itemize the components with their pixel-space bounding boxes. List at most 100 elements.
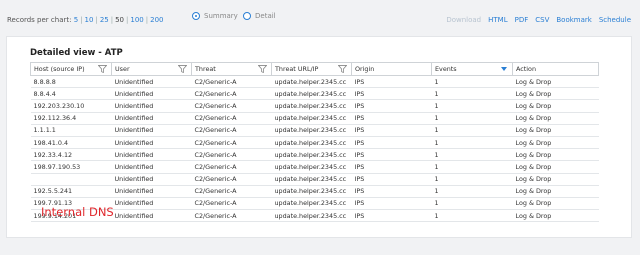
cell-events: 1	[431, 99, 513, 113]
table-row[interactable]: 192.5.5.241 Unidentified C2/Generic-A updat…	[30, 185, 599, 198]
cell-action: Log & Drop	[512, 197, 599, 211]
cell-threat-url: update.helper.2345.cc	[271, 197, 352, 211]
cell-action: Log & Drop	[512, 87, 599, 101]
pdf-link[interactable]: PDF	[515, 16, 529, 24]
view-summary-radio[interactable]: Summary	[192, 12, 238, 20]
schedule-link[interactable]: Schedule	[599, 16, 631, 24]
table-row[interactable]: Unidentified C2/Generic-A update.helper.23…	[30, 173, 599, 186]
cell-host: 8.8.8.8	[30, 75, 112, 89]
cell-action: Log & Drop	[512, 209, 599, 223]
cell-events: 1	[431, 173, 513, 186]
table-row[interactable]: 198.97.190.53 Unidentified C2/Generic-A upd…	[30, 160, 599, 174]
cell-host: 198.97.190.53	[30, 160, 112, 174]
table-row[interactable]: 192.112.36.4 Unidentified C2/Generic-A upda…	[30, 112, 599, 125]
cell-user: Unidentified	[111, 209, 192, 223]
cell-threat-url: update.helper.2345.cc	[271, 87, 352, 101]
table-header-row: Host (source IP) User Threat Threat URL/…	[30, 62, 599, 76]
cell-action: Log & Drop	[512, 75, 599, 89]
cell-events: 1	[431, 148, 513, 162]
cell-origin: IPS	[351, 185, 432, 198]
records-separator: |	[126, 16, 129, 24]
cell-host: 192.33.4.12	[30, 148, 112, 162]
cell-events: 1	[431, 185, 513, 198]
cell-action: Log & Drop	[512, 112, 599, 125]
atp-table: Host (source IP) User Threat Threat URL/…	[30, 62, 599, 223]
cell-user: Unidentified	[111, 160, 192, 174]
col-host-header[interactable]: Host (source IP)	[30, 62, 112, 76]
filter-icon[interactable]	[98, 65, 107, 73]
cell-host: 198.41.0.4	[30, 136, 112, 150]
cell-user: Unidentified	[111, 87, 192, 101]
filter-icon[interactable]	[178, 65, 187, 73]
cell-host: 192.5.5.241	[30, 185, 112, 198]
table-row[interactable]: 199.7.91.13 Unidentified C2/Generic-A updat…	[30, 197, 599, 211]
cell-host: 192.112.36.4	[30, 112, 112, 125]
col-host-label: Host (source IP)	[34, 65, 85, 73]
cell-events: 1	[431, 136, 513, 150]
records-option-200[interactable]: 200	[150, 16, 163, 24]
filter-icon[interactable]	[338, 65, 347, 73]
csv-link[interactable]: CSV	[535, 16, 549, 24]
panel-title: Detailed view - ATP	[30, 48, 123, 58]
view-summary-label: Summary	[204, 12, 238, 20]
records-option-10[interactable]: 10	[85, 16, 94, 24]
html-link[interactable]: HTML	[488, 16, 507, 24]
detailed-view-panel: Detailed view - ATP Host (source IP) Use…	[6, 36, 632, 238]
col-threat-url-header[interactable]: Threat URL/IP	[271, 62, 352, 76]
cell-threat: C2/Generic-A	[191, 99, 272, 113]
col-origin-header[interactable]: Origin	[351, 62, 432, 76]
cell-threat: C2/Generic-A	[191, 112, 272, 125]
records-separator: |	[145, 16, 149, 24]
table-row[interactable]: 198.41.0.4 Unidentified C2/Generic-A update…	[30, 136, 599, 150]
records-option-50[interactable]: 50	[115, 16, 124, 24]
cell-host: 8.8.4.4	[30, 87, 112, 101]
cell-user: Unidentified	[111, 99, 192, 113]
table-row[interactable]: 8.8.8.8 Unidentified C2/Generic-A update.he…	[30, 75, 599, 89]
sort-desc-icon[interactable]	[501, 67, 507, 71]
col-action-header[interactable]: Action	[512, 62, 599, 76]
cell-origin: IPS	[351, 209, 432, 223]
view-detail-label: Detail	[255, 12, 276, 20]
cell-user: Unidentified	[111, 185, 192, 198]
cell-events: 1	[431, 209, 513, 223]
cell-origin: IPS	[351, 87, 432, 101]
table-row[interactable]: 1.1.1.1 Unidentified C2/Generic-A update.he…	[30, 124, 599, 137]
cell-threat-url: update.helper.2345.cc	[271, 75, 352, 89]
cell-user: Unidentified	[111, 173, 192, 186]
cell-events: 1	[431, 160, 513, 174]
records-per-chart-options: 5 | 10 | 25 | 50 | 100 | 200	[74, 16, 164, 24]
col-threat-header[interactable]: Threat	[191, 62, 272, 76]
table-row[interactable]: 192.203.230.10 Unidentified C2/Generic-A up…	[30, 99, 599, 113]
records-option-100[interactable]: 100	[130, 16, 143, 24]
cell-threat: C2/Generic-A	[191, 185, 272, 198]
cell-threat-url: update.helper.2345.cc	[271, 185, 352, 198]
records-option-5[interactable]: 5	[74, 16, 78, 24]
cell-threat: C2/Generic-A	[191, 209, 272, 223]
cell-action: Log & Drop	[512, 136, 599, 150]
cell-user: Unidentified	[111, 197, 192, 211]
report-toolbar: Records per chart: 5 | 10 | 25 | 50 | 100 | 200 Su…	[0, 0, 640, 38]
cell-threat: C2/Generic-A	[191, 173, 272, 186]
cell-threat: C2/Generic-A	[191, 148, 272, 162]
col-user-header[interactable]: User	[111, 62, 192, 76]
cell-user: Unidentified	[111, 136, 192, 150]
filter-icon[interactable]	[258, 65, 267, 73]
cell-host	[30, 173, 112, 186]
records-option-25[interactable]: 25	[100, 16, 109, 24]
cell-threat-url: update.helper.2345.cc	[271, 124, 352, 137]
table-row[interactable]: 8.8.4.4 Unidentified C2/Generic-A update.he…	[30, 87, 599, 101]
view-detail-radio[interactable]: Detail	[243, 12, 276, 20]
col-events-label: Events	[435, 65, 457, 73]
bookmark-link[interactable]: Bookmark	[556, 16, 591, 24]
cell-threat: C2/Generic-A	[191, 136, 272, 150]
cell-threat: C2/Generic-A	[191, 160, 272, 174]
table-body: 8.8.8.8 Unidentified C2/Generic-A update.he…	[30, 75, 599, 223]
cell-threat-url: update.helper.2345.cc	[271, 209, 352, 223]
col-origin-label: Origin	[355, 65, 375, 73]
records-per-chart: Records per chart: 5 | 10 | 25 | 50 | 100 | 200	[7, 16, 163, 24]
radio-selected-icon	[192, 12, 200, 20]
col-events-header[interactable]: Events	[431, 62, 513, 76]
table-row[interactable]: 199.9.14.201 Unidentified C2/Generic-A upda…	[30, 209, 599, 223]
table-row[interactable]: 192.33.4.12 Unidentified C2/Generic-A updat…	[30, 148, 599, 162]
download-link: Download	[446, 16, 482, 24]
